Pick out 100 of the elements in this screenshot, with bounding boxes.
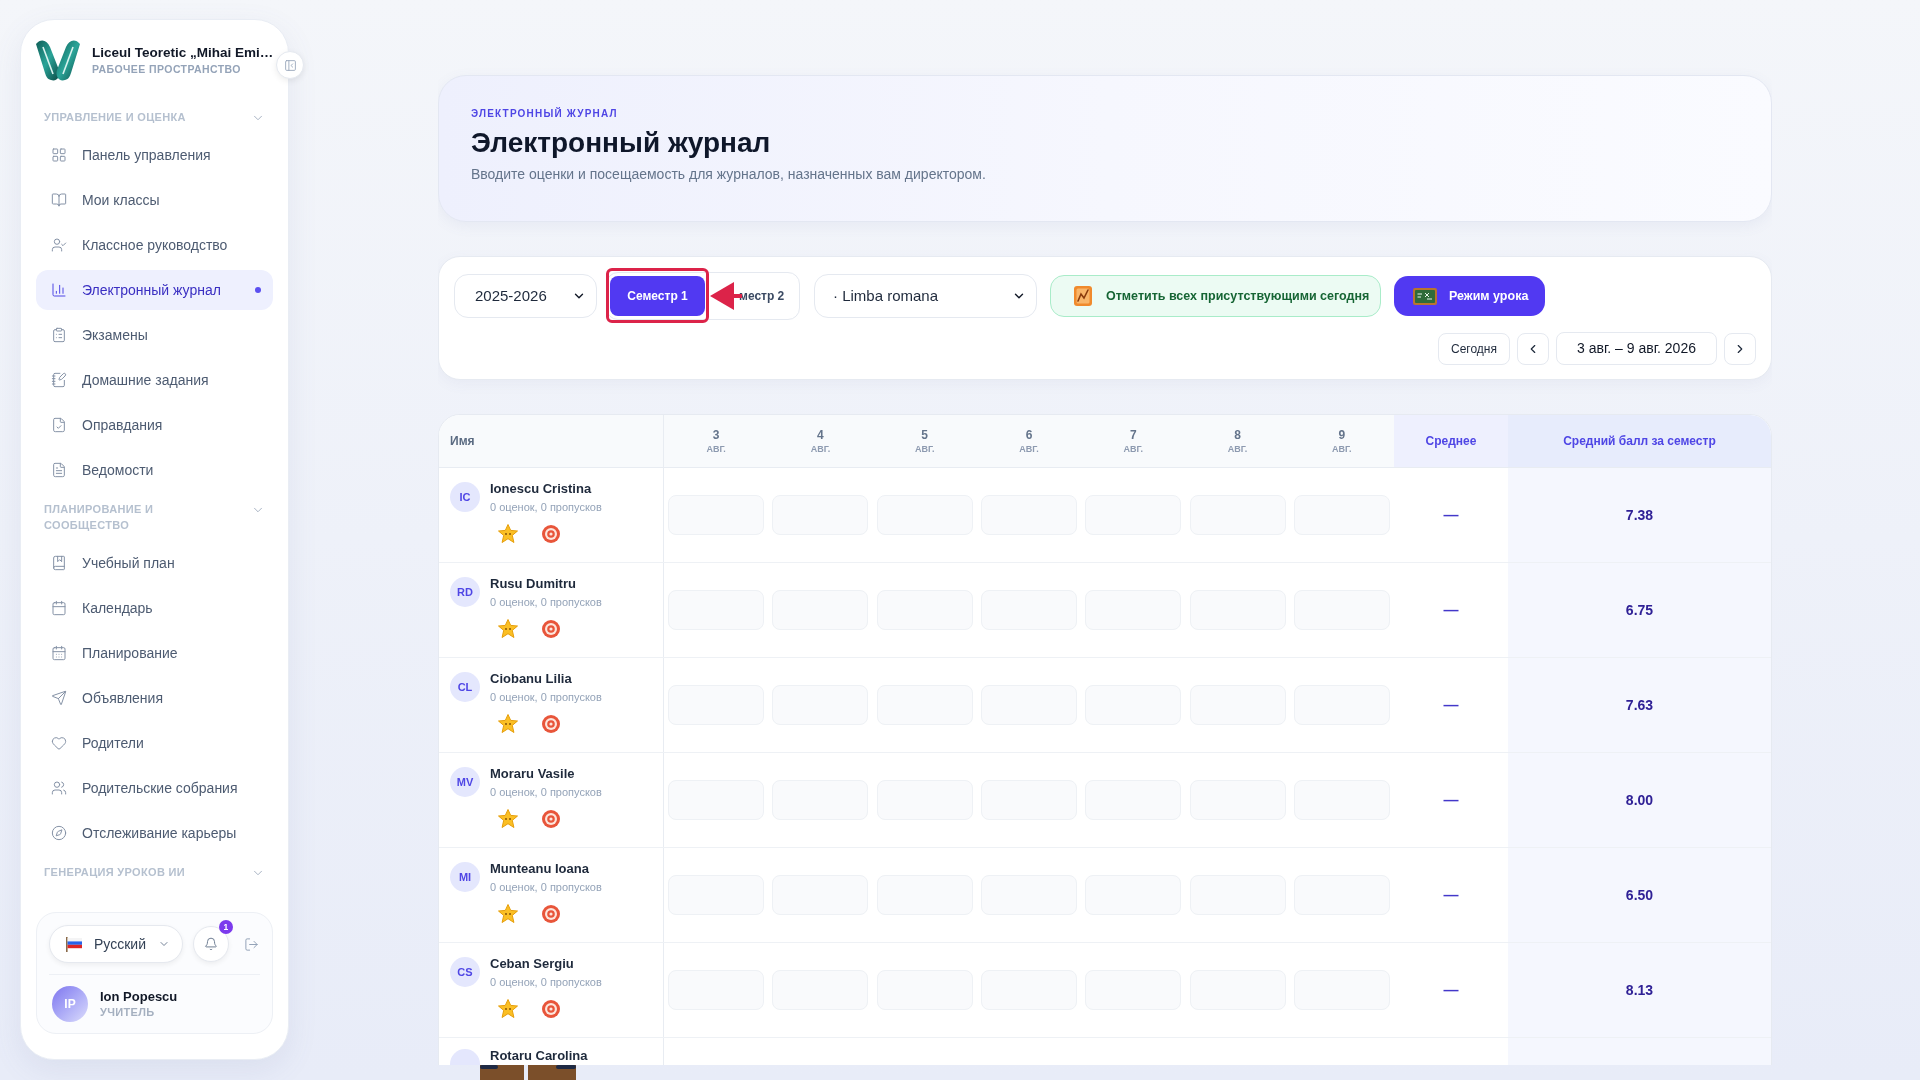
star-icon [498, 999, 518, 1018]
student-name: Ceban Sergiu [490, 956, 575, 972]
student-avatar: MI [450, 862, 480, 892]
page-eyebrow: ЭЛЕКТРОННЫЙ ЖУРНАЛ [471, 108, 619, 120]
date-range-field[interactable]: 3 авг. – 9 авг. 2026 [1556, 332, 1717, 365]
clipboard-icon [51, 327, 67, 343]
nav-item[interactable]: Родители [36, 723, 273, 763]
semester-average-cell: 7.38 [1508, 468, 1771, 562]
bell-icon [203, 937, 218, 951]
user-role: УЧИТЕЛЬ [100, 1004, 156, 1020]
month-label: АВГ. [1123, 442, 1143, 455]
users-icon [51, 780, 67, 796]
student-summary: 0 оценок, 0 пропусков [490, 785, 602, 799]
paper-plane-icon [51, 690, 67, 706]
semester-average-cell: 8.13 [1508, 943, 1771, 1037]
previous-week-button[interactable] [1517, 332, 1549, 365]
day-number: 9 [1338, 427, 1346, 443]
calendar-icon [51, 600, 67, 616]
day-number: 3 [712, 427, 720, 443]
semester-average-cell: 6.75 [1508, 563, 1771, 657]
logo-icon [35, 38, 81, 82]
student-summary: 0 оценок, 0 пропусков [490, 595, 602, 609]
bookmark-book-icon [51, 555, 67, 571]
student-name: Rusu Dumitru [490, 576, 577, 592]
target-icon [542, 524, 560, 543]
user-check-icon [51, 237, 67, 253]
language-select[interactable]: Русский [49, 925, 183, 963]
student-avatar: MV [450, 767, 480, 797]
student-summary: 0 оценок, 0 пропусков [490, 500, 602, 514]
month-label: АВГ. [1019, 442, 1039, 455]
semester-average-cell: 8.00 [1508, 753, 1771, 847]
chart-icon [1074, 286, 1092, 306]
student-avatar: CS [450, 957, 480, 987]
student-name: Munteanu Ioana [490, 861, 590, 877]
month-label: АВГ. [810, 442, 831, 455]
student-summary: 0 оценок, 0 пропусков [490, 690, 602, 704]
average-value: — [1443, 694, 1459, 715]
star-icon [498, 619, 518, 638]
star-icon [498, 809, 518, 828]
file-check-icon [51, 417, 67, 433]
subject-select[interactable]: · Limba romana [814, 274, 1037, 318]
nav-item[interactable]: Экзамены [36, 315, 273, 355]
book-icon [51, 192, 67, 208]
user-avatar: IP [52, 986, 88, 1022]
logout-button[interactable] [242, 935, 260, 953]
today-button[interactable]: Сегодня [1438, 332, 1510, 365]
semester-tab[interactable]: Семестр 1 [610, 276, 705, 316]
notification-badge: 1 [218, 920, 233, 934]
nav-item[interactable]: Отслеживание карьеры [36, 813, 273, 853]
calendar-icon [51, 645, 67, 661]
star-icon [498, 904, 518, 923]
nav-item[interactable]: Оправдания [36, 405, 273, 445]
chalkboard-icon [1413, 287, 1437, 305]
nav-item[interactable]: Родительские собрания [36, 768, 273, 808]
lesson-mode-button[interactable]: Режим урока [1394, 276, 1545, 316]
school-name: Liceul Teoretic „Mihai Emi… [92, 44, 274, 62]
semester-average-header: Средний балл за семестр [1508, 415, 1771, 467]
column-header: Имя [450, 433, 475, 450]
month-label: АВГ. [914, 442, 935, 455]
logout-icon [243, 936, 259, 952]
day-number: 4 [817, 427, 824, 443]
day-number: 6 [1025, 427, 1033, 443]
year-select[interactable]: 2025-2026 [454, 274, 597, 318]
average-header: Среднее [1394, 415, 1508, 467]
semester-tab[interactable]: местр 2 [705, 276, 796, 316]
target-icon [542, 999, 560, 1018]
section-title: ГЕНЕРАЦИЯ УРОКОВ ИИ [44, 865, 185, 880]
notifications-button[interactable] [192, 926, 229, 962]
nav-item[interactable]: Электронный журнал [36, 270, 273, 310]
nav-item[interactable]: Планирование [36, 633, 273, 673]
average-value: — [1443, 789, 1459, 810]
day-number: 7 [1129, 427, 1137, 443]
nav-item[interactable]: Календарь [36, 588, 273, 628]
mark-all-present-button[interactable]: Отметить всех присутствующими сегодня [1050, 275, 1381, 317]
average-value: — [1443, 599, 1459, 620]
document-icon [51, 462, 67, 478]
user-name: Ion Popescu [100, 988, 178, 1005]
nav-item[interactable]: Мои классы [36, 180, 273, 220]
semester-average-cell: 6.50 [1508, 848, 1771, 942]
target-icon [542, 904, 560, 923]
panel-collapse-icon [283, 58, 297, 72]
target-icon [542, 714, 560, 733]
collapse-sidebar-button[interactable] [276, 51, 304, 79]
section-title: УПРАВЛЕНИЕ И ОЦЕНКА [44, 110, 186, 125]
star-icon [498, 524, 518, 543]
nav-item[interactable]: Ведомости [36, 450, 273, 490]
nav-item[interactable]: Учебный план [36, 543, 273, 583]
bar-chart-icon [51, 282, 67, 298]
target-icon [542, 809, 560, 828]
next-week-button[interactable] [1724, 332, 1756, 365]
semester-average-cell: 7.63 [1508, 658, 1771, 752]
nav-item[interactable]: Объявления [36, 678, 273, 718]
nav-item[interactable]: Домашние задания [36, 360, 273, 400]
student-avatar: CL [450, 672, 480, 702]
student-name: Rotaru Carolina [490, 1048, 588, 1064]
page-subtitle: Вводите оценки и посещаемость для журналов, назначенных вам директором. [471, 165, 987, 183]
month-label: АВГ. [1332, 442, 1352, 455]
nav-item[interactable]: Классное руководство [36, 225, 273, 265]
nav-item[interactable]: Панель управления [36, 135, 273, 175]
student-avatar: RD [450, 577, 480, 607]
